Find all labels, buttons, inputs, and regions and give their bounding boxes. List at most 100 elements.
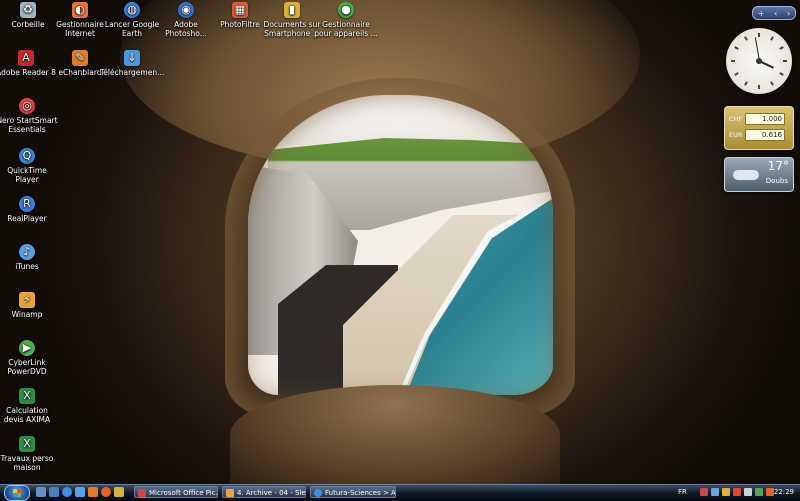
clock-tick [734, 46, 739, 50]
power-icon[interactable] [755, 488, 763, 496]
clock-tick [744, 36, 748, 41]
quicktime-icon: Q [19, 148, 35, 164]
winamp-icon: ⚡ [19, 292, 35, 308]
currency-code[interactable]: EUR [729, 131, 745, 139]
taskbar-button-office-picture[interactable]: Microsoft Office Pic... [134, 486, 218, 498]
switch-windows-icon[interactable] [49, 487, 59, 497]
powerdvd-icon: ▶ [19, 340, 35, 356]
recycle-bin-icon: ♻ [20, 2, 36, 18]
sky [248, 95, 553, 145]
desktop-icon-label: Corbeille [11, 20, 45, 29]
clock-gadget[interactable] [726, 28, 792, 94]
currency-gadget[interactable]: CHF 1.000 EUR 0.616 [724, 106, 794, 150]
taskbar-button-label: 4. Archive - 04 - Slee... [237, 489, 306, 497]
downloads-icon: ⇓ [124, 50, 140, 66]
currency-row-from: CHF 1.000 [729, 113, 789, 125]
desktop-icon-label: Nero StartSmart Essentials [0, 116, 58, 134]
taskbar-button-label: Futura-Sciences > A... [325, 489, 396, 497]
internet-manager-icon: ◐ [72, 2, 88, 18]
internet-explorer-icon[interactable] [62, 487, 72, 497]
desktop-icon-label: QuickTime Player [7, 166, 47, 184]
clock-time[interactable]: 22:29 [774, 486, 794, 498]
desktop-icon-label: Winamp [11, 310, 43, 319]
firefox-icon[interactable] [101, 487, 111, 497]
desktop-icon-label: Documents sur Smartphone ... [263, 20, 321, 38]
clock-tick [770, 81, 774, 86]
mail-icon[interactable] [75, 487, 85, 497]
taskbar-button-firefox[interactable]: Futura-Sciences > A... [310, 486, 396, 498]
desktop-icon-winamp[interactable]: ⚡ Winamp [0, 292, 59, 319]
add-gadget-button[interactable]: + [758, 9, 765, 18]
network-icon[interactable] [711, 488, 719, 496]
cloud-icon [733, 170, 759, 180]
clock-tick [758, 33, 760, 37]
media-player-icon[interactable] [88, 487, 98, 497]
smartphone-documents-icon: ▮ [284, 2, 300, 18]
start-button[interactable] [4, 485, 30, 501]
desktop-icon-itunes[interactable]: ♪ iTunes [0, 244, 59, 271]
device-manager-icon: ● [338, 2, 354, 18]
itunes-icon: ♪ [19, 244, 35, 260]
currency-amount-field[interactable]: 1.000 [745, 113, 785, 125]
desktop-icon-label: Calculation devis AXIMA [3, 406, 51, 424]
desktop-icon-label: eChanblard [58, 68, 102, 77]
desktop-icon-label: Gestionnaire Internet [56, 20, 104, 38]
cave-opening-view [248, 95, 553, 395]
security-icon[interactable] [700, 488, 708, 496]
taskbar-button-winamp[interactable]: 4. Archive - 04 - Slee... [222, 486, 306, 498]
currency-result-field: 0.616 [745, 129, 785, 141]
clock-tick [734, 72, 739, 76]
desktop-icon-label: Lancer Google Earth [104, 20, 160, 38]
adobe-reader-icon: A [18, 50, 34, 66]
system-tray: FR 22:29 [678, 486, 798, 498]
folder-icon[interactable] [114, 487, 124, 497]
clock-tick [779, 46, 784, 50]
winamp-task-icon [226, 489, 234, 497]
excel-icon: X [19, 436, 35, 452]
clock-tick [758, 85, 760, 89]
excel-icon: X [19, 388, 35, 404]
sidebar-controls: + ‹ › [752, 6, 796, 20]
previous-gadget-page-button[interactable]: ‹ [774, 9, 777, 18]
desktop-icon-travaux-perso[interactable]: X Travaux perso maison [0, 436, 59, 472]
desktop-icon-quicktime[interactable]: Q QuickTime Player [0, 148, 59, 184]
weather-gadget[interactable]: 17° Doubs [724, 157, 794, 192]
desktop-icon-label: iTunes [15, 262, 39, 271]
realplayer-icon: R [19, 196, 35, 212]
clock-tick [783, 60, 787, 62]
clock-tick [779, 72, 784, 76]
clock-tick [770, 36, 774, 41]
firefox-task-icon [314, 489, 322, 497]
desktop-icon-label: Adobe Photosho... [165, 20, 207, 38]
desktop-icon-label: PhotoFiltre [220, 20, 260, 29]
desktop-icon-downloads[interactable]: ⇓ Téléchargemen... [100, 50, 164, 77]
antivirus-icon[interactable] [733, 488, 741, 496]
desktop-icon-nero[interactable]: ◎ Nero StartSmart Essentials [0, 98, 59, 134]
language-indicator[interactable]: FR [678, 486, 687, 498]
desktop-icon-label: RealPlayer [7, 214, 47, 223]
weather-city: Doubs [765, 177, 788, 185]
update-icon[interactable] [722, 488, 730, 496]
currency-code[interactable]: CHF [729, 115, 745, 123]
desktop-icon-device-manager[interactable]: ● Gestionnaire pour appareils ... [314, 2, 378, 38]
weather-temperature: 17° [767, 159, 789, 173]
taskbar-button-label: Microsoft Office Pic... [149, 489, 218, 497]
next-gadget-page-button[interactable]: › [787, 9, 790, 18]
desktop-icon-powerdvd[interactable]: ▶ CyberLink PowerDVD [0, 340, 59, 376]
shield-icon[interactable] [766, 488, 774, 496]
photofiltre-icon: ▦ [232, 2, 248, 18]
clock-tick [731, 60, 735, 62]
desktop-icon-realplayer[interactable]: R RealPlayer [0, 196, 59, 223]
clock-tick [744, 81, 748, 86]
desktop-icon-label: Gestionnaire pour appareils ... [314, 20, 378, 38]
desktop-icon-calculation-devis[interactable]: X Calculation devis AXIMA [0, 388, 59, 424]
google-earth-icon: ◍ [124, 2, 140, 18]
clock-hub [756, 58, 762, 64]
volume-icon[interactable] [744, 488, 752, 496]
desktop-icon-label: CyberLink PowerDVD [7, 358, 47, 376]
desktop-icon-label: Téléchargemen... [100, 68, 165, 77]
desktop-icon-label: Travaux perso maison [0, 454, 54, 472]
cave-floor [230, 385, 560, 484]
nero-icon: ◎ [19, 98, 35, 114]
show-desktop-icon[interactable] [36, 487, 46, 497]
